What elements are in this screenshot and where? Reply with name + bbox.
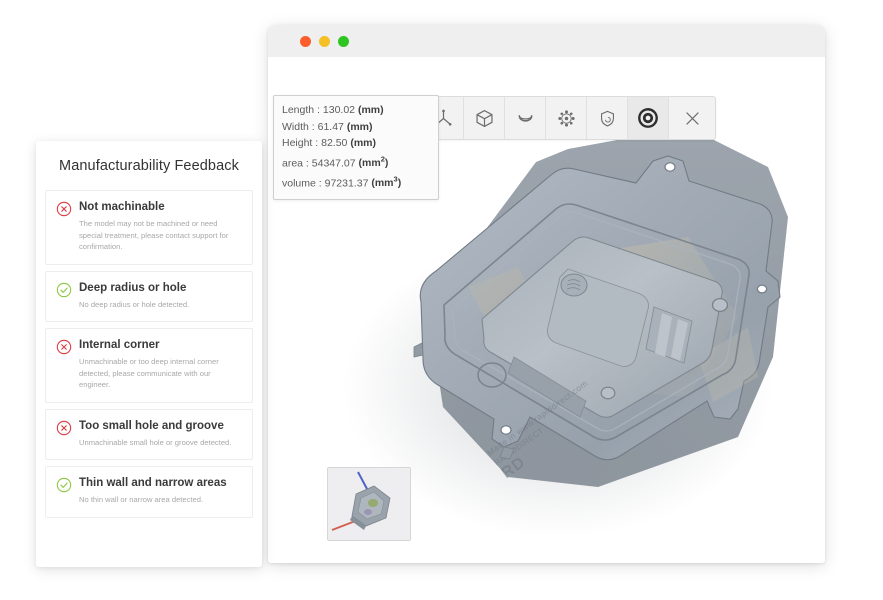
- curve-arc-icon: [515, 108, 536, 129]
- traffic-lights: [300, 36, 349, 47]
- feedback-item-body: Too small hole and groove Unmachinable s…: [79, 419, 242, 449]
- error-icon: [56, 201, 72, 253]
- measurement-volume-label: volume: [282, 177, 316, 189]
- feedback-item-title: Not machinable: [79, 200, 242, 214]
- zoom-window-button[interactable]: [338, 36, 349, 47]
- feedback-item-body: Thin wall and narrow areas No thin wall …: [79, 476, 242, 506]
- feedback-item-description: The model may not be machined or need sp…: [79, 218, 242, 253]
- measurement-length: Length : 130.02 (mm): [282, 102, 430, 119]
- measurement-height-value: 82.50: [321, 137, 347, 149]
- cube-icon: [474, 108, 495, 129]
- feedback-item-deep-radius-or-hole[interactable]: Deep radius or hole No deep radius or ho…: [45, 271, 253, 323]
- model-round-feature: [561, 274, 587, 296]
- orientation-preview-thumbnail[interactable]: [327, 467, 411, 541]
- feedback-item-title: Too small hole and groove: [79, 419, 242, 433]
- measurement-area: area : 54347.07 (mm2): [282, 152, 430, 172]
- error-icon: [56, 339, 72, 391]
- success-icon: [56, 282, 72, 311]
- feedback-item-title: Internal corner: [79, 338, 242, 352]
- shield-rotate-icon-button[interactable]: [587, 97, 628, 139]
- cad-window: Made in www.rapiddirect.com RAPIDDIRECT …: [268, 25, 825, 563]
- measurement-area-label: area: [282, 157, 303, 169]
- measurement-height-label: Height: [282, 137, 312, 149]
- feedback-item-title: Thin wall and narrow areas: [79, 476, 242, 490]
- feedback-item-body: Internal corner Unmachinable or too deep…: [79, 338, 242, 391]
- measurement-width-value: 61.47: [318, 121, 344, 133]
- success-icon: [56, 477, 72, 506]
- measurement-length-unit: mm: [361, 104, 380, 116]
- curve-arc-icon-button[interactable]: [505, 97, 546, 139]
- measurement-volume-value: 97231.37: [325, 177, 369, 189]
- thumbnail-svg: [328, 468, 410, 540]
- nodes-points-icon-button[interactable]: [546, 97, 587, 139]
- feedback-item-description: Unmachinable or too deep internal corner…: [79, 356, 242, 391]
- feedback-item-description: No deep radius or hole detected.: [79, 299, 242, 311]
- shield-rotate-icon: [598, 109, 617, 128]
- feedback-item-not-machinable[interactable]: Not machinable The model may not be mach…: [45, 190, 253, 265]
- feedback-item-title: Deep radius or hole: [79, 281, 242, 295]
- manufacturability-feedback-panel: Manufacturability Feedback Not machinabl…: [36, 141, 262, 567]
- measurement-area-exp: 2: [381, 155, 385, 164]
- feedback-item-thin-wall-and-narrow-areas[interactable]: Thin wall and narrow areas No thin wall …: [45, 466, 253, 518]
- measurement-tooltip: Length : 130.02 (mm) Width : 61.47 (mm) …: [273, 95, 439, 200]
- measurement-area-unit: mm: [362, 157, 381, 169]
- close-window-button[interactable]: [300, 36, 311, 47]
- close-icon: [683, 109, 702, 128]
- measurement-length-label: Length: [282, 104, 314, 116]
- window-titlebar: [268, 25, 825, 58]
- measurement-volume-unit: mm: [375, 177, 394, 189]
- feedback-item-description: No thin wall or narrow area detected.: [79, 494, 242, 506]
- feedback-item-internal-corner[interactable]: Internal corner Unmachinable or too deep…: [45, 328, 253, 403]
- measurement-width-unit: mm: [350, 121, 369, 133]
- panel-title: Manufacturability Feedback: [36, 141, 262, 190]
- nodes-points-icon: [556, 108, 577, 129]
- minimize-window-button[interactable]: [319, 36, 330, 47]
- cube-icon-button[interactable]: [464, 97, 505, 139]
- measurement-volume-exp: 3: [394, 175, 398, 184]
- feedback-item-too-small-hole-and-groove[interactable]: Too small hole and groove Unmachinable s…: [45, 409, 253, 461]
- orbit-rotate-icon-button[interactable]: [628, 97, 669, 139]
- measurement-width: Width : 61.47 (mm): [282, 119, 430, 136]
- feedback-item-body: Not machinable The model may not be mach…: [79, 200, 242, 253]
- close-toolbar-button[interactable]: [669, 97, 715, 139]
- orbit-rotate-icon: [637, 107, 659, 129]
- cad-viewport[interactable]: Made in www.rapiddirect.com RAPIDDIRECT …: [268, 57, 825, 563]
- feedback-item-description: Unmachinable small hole or groove detect…: [79, 437, 242, 449]
- feedback-item-body: Deep radius or hole No deep radius or ho…: [79, 281, 242, 311]
- measurement-area-value: 54347.07: [312, 157, 356, 169]
- measurement-width-label: Width: [282, 121, 309, 133]
- measurement-volume: volume : 97231.37 (mm3): [282, 172, 430, 192]
- measurement-height-unit: mm: [354, 137, 373, 149]
- error-icon: [56, 420, 72, 449]
- feedback-list: Not machinable The model may not be mach…: [36, 190, 262, 518]
- app-root: Made in www.rapiddirect.com RAPIDDIRECT …: [0, 0, 883, 600]
- measurement-height: Height : 82.50 (mm): [282, 135, 430, 152]
- measurement-length-value: 130.02: [323, 104, 355, 116]
